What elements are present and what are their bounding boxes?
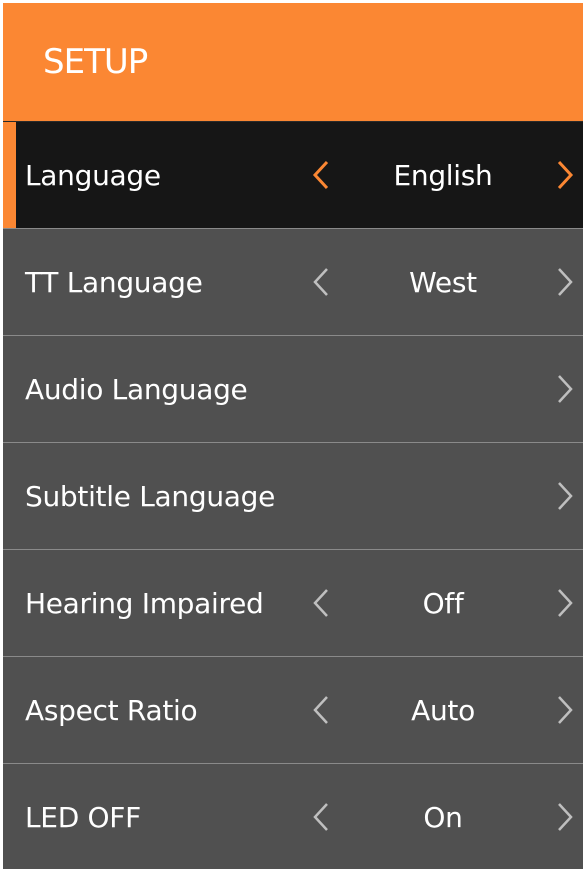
menu-item-label: TT Language	[25, 265, 203, 299]
menu-item-label: LED OFF	[25, 800, 141, 834]
menu-item-value: Auto	[411, 693, 475, 727]
menu-item-value: Off	[422, 586, 464, 620]
menu-item-label: Audio Language	[25, 372, 248, 406]
menu-item-label: Aspect Ratio	[25, 693, 198, 727]
chevron-right-icon[interactable]	[551, 550, 579, 656]
chevron-right-icon[interactable]	[551, 764, 579, 869]
menu-item-label: Language	[25, 158, 161, 192]
menu-item-tt-language[interactable]: TT Language West	[3, 228, 583, 335]
chevron-right-icon[interactable]	[551, 336, 579, 442]
menu-header: SETUP	[3, 3, 583, 121]
menu-item-value: English	[393, 158, 493, 192]
setup-menu-panel: SETUP Language English TT Language West …	[3, 3, 583, 869]
chevron-left-icon[interactable]	[307, 122, 335, 228]
chevron-right-icon[interactable]	[551, 229, 579, 335]
chevron-left-icon[interactable]	[307, 657, 335, 763]
chevron-right-icon[interactable]	[551, 122, 579, 228]
chevron-left-icon[interactable]	[307, 764, 335, 869]
menu-item-label: Subtitle Language	[25, 479, 276, 513]
menu-item-audio-language[interactable]: Audio Language	[3, 335, 583, 442]
menu-item-label: Hearing Impaired	[25, 586, 264, 620]
menu-item-led-off[interactable]: LED OFF On	[3, 763, 583, 869]
chevron-left-icon[interactable]	[307, 550, 335, 656]
chevron-right-icon[interactable]	[551, 657, 579, 763]
chevron-right-icon[interactable]	[551, 443, 579, 549]
menu-item-hearing-impaired[interactable]: Hearing Impaired Off	[3, 549, 583, 656]
menu-title: SETUP	[43, 42, 148, 82]
chevron-left-icon[interactable]	[307, 229, 335, 335]
menu-item-subtitle-language[interactable]: Subtitle Language	[3, 442, 583, 549]
menu-item-language[interactable]: Language English	[3, 121, 583, 228]
menu-item-aspect-ratio[interactable]: Aspect Ratio Auto	[3, 656, 583, 763]
menu-item-value: West	[409, 265, 477, 299]
menu-item-value: On	[423, 800, 463, 834]
